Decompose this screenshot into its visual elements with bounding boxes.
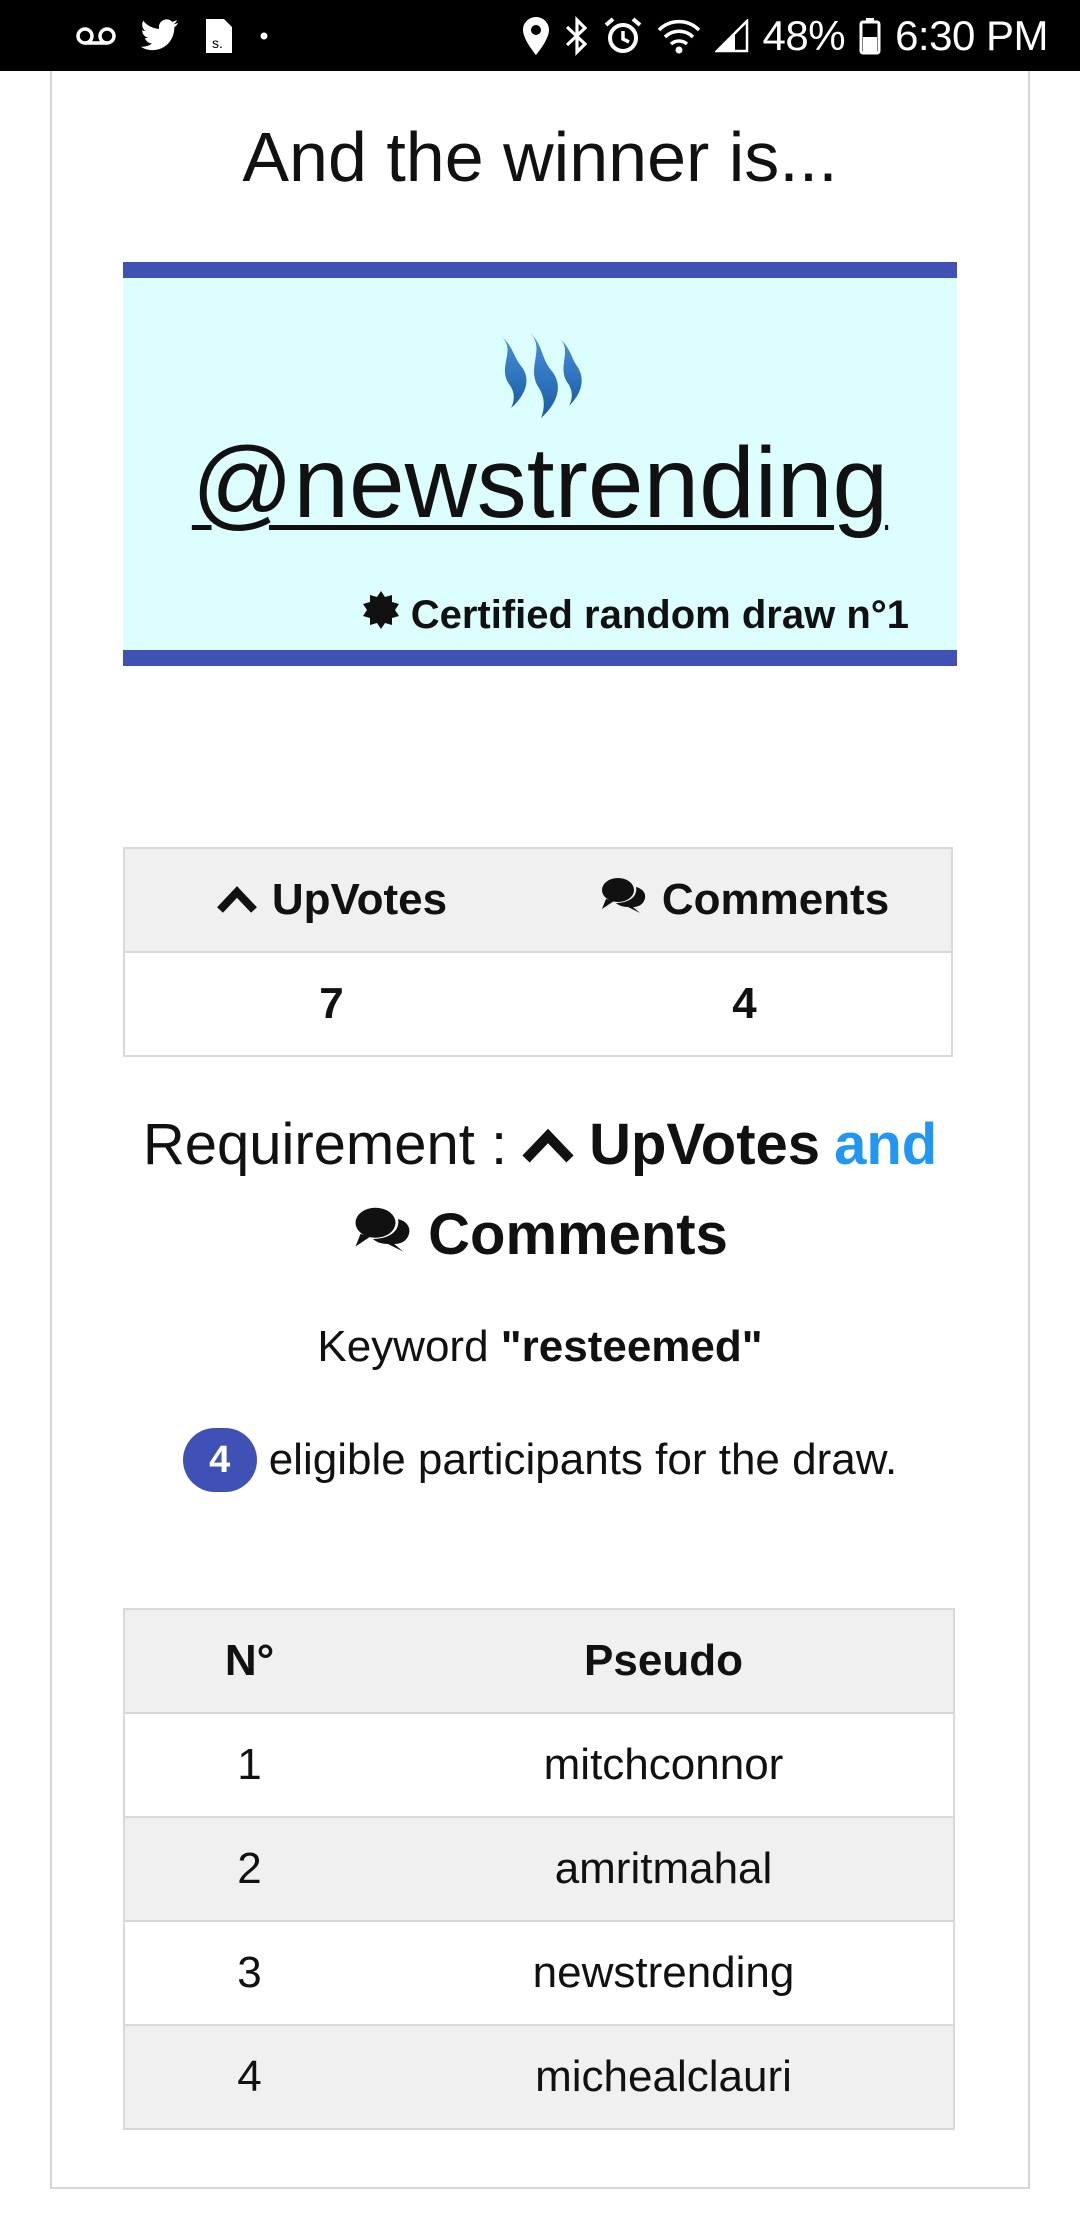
battery-percent: 48%	[762, 11, 846, 59]
keyword-value: "resteemed"	[500, 1322, 763, 1371]
alarm-icon	[603, 16, 643, 56]
participant-number: 1	[123, 1712, 374, 1818]
keyword-line: Keyword "resteemed"	[0, 1322, 1080, 1372]
location-icon	[521, 16, 551, 56]
eligible-text: eligible participants for the draw.	[268, 1435, 898, 1484]
twitter-icon	[140, 18, 180, 53]
participant-number: 4	[123, 2024, 374, 2130]
participant-pseudo: amritmahal	[374, 1816, 955, 1922]
winner-box: @newstrending Certified random draw n°1	[123, 262, 957, 666]
certified-badge: Certified random draw n°1	[361, 590, 909, 640]
table-row: 2 amritmahal	[123, 1816, 955, 1922]
requirement-text: Requirement : UpVotes and Comments	[0, 1100, 1080, 1280]
table-row: 4 michealclauri	[123, 2024, 955, 2130]
certified-label: Certified random draw n°1	[410, 592, 909, 637]
wifi-icon	[657, 18, 701, 54]
upvotes-label: UpVotes	[271, 875, 448, 924]
requirement-line-2: Comments	[0, 1190, 1080, 1280]
chevron-up-icon	[521, 1100, 575, 1190]
sim-icon: s.	[204, 17, 234, 55]
chevron-up-icon	[216, 875, 258, 925]
status-bar: s. 48% 6:30 PM	[0, 0, 1080, 71]
participant-pseudo: michealclauri	[374, 2024, 955, 2130]
requirement-prefix: Requirement :	[142, 1112, 508, 1177]
eligible-line: 4 eligible participants for the draw.	[0, 1428, 1080, 1492]
participants-header-row: N° Pseudo	[123, 1608, 955, 1714]
column-header-pseudo: Pseudo	[374, 1608, 955, 1714]
participants-table: N° Pseudo 1 mitchconnor 2 amritmahal 3 n…	[123, 1608, 955, 2130]
stats-header-row: UpVotes Comments	[123, 847, 953, 953]
status-bar-right: 48% 6:30 PM	[521, 12, 1048, 60]
comments-icon	[352, 1190, 414, 1280]
steem-logo-icon	[491, 328, 589, 420]
table-row: 3 newstrending	[123, 1920, 955, 2026]
eligible-count-badge: 4	[182, 1428, 257, 1492]
participant-number: 3	[123, 1920, 374, 2026]
participant-number: 2	[123, 1816, 374, 1922]
participant-pseudo: mitchconnor	[374, 1712, 955, 1818]
dot-icon	[258, 30, 270, 42]
comments-count: 4	[538, 951, 953, 1057]
table-row: 1 mitchconnor	[123, 1712, 955, 1818]
svg-text:s.: s.	[212, 35, 223, 51]
participant-pseudo: newstrending	[374, 1920, 955, 2026]
comments-header: Comments	[538, 847, 953, 953]
stats-value-row: 7 4	[123, 951, 953, 1057]
bluetooth-icon	[565, 15, 589, 56]
certificate-icon	[361, 590, 401, 640]
stats-table: UpVotes Comments 7 4	[123, 847, 953, 1057]
battery-icon	[859, 17, 881, 55]
requirement-upvotes: UpVotes	[589, 1112, 821, 1177]
comments-icon	[600, 875, 648, 926]
winner-username-link[interactable]: @newstrending	[123, 426, 957, 541]
requirement-and: and	[834, 1112, 938, 1177]
keyword-label: Keyword	[317, 1322, 489, 1371]
voicemail-icon	[76, 24, 116, 48]
upvotes-count: 7	[123, 951, 538, 1057]
page-title: And the winner is...	[242, 118, 838, 196]
upvotes-header: UpVotes	[123, 847, 538, 953]
status-bar-left: s.	[76, 17, 270, 55]
comments-label: Comments	[661, 875, 890, 924]
requirement-comments: Comments	[428, 1202, 728, 1267]
clock: 6:30 PM	[895, 11, 1048, 59]
signal-icon	[714, 18, 749, 53]
requirement-line-1: Requirement : UpVotes and	[0, 1100, 1080, 1190]
column-header-number: N°	[123, 1608, 374, 1714]
